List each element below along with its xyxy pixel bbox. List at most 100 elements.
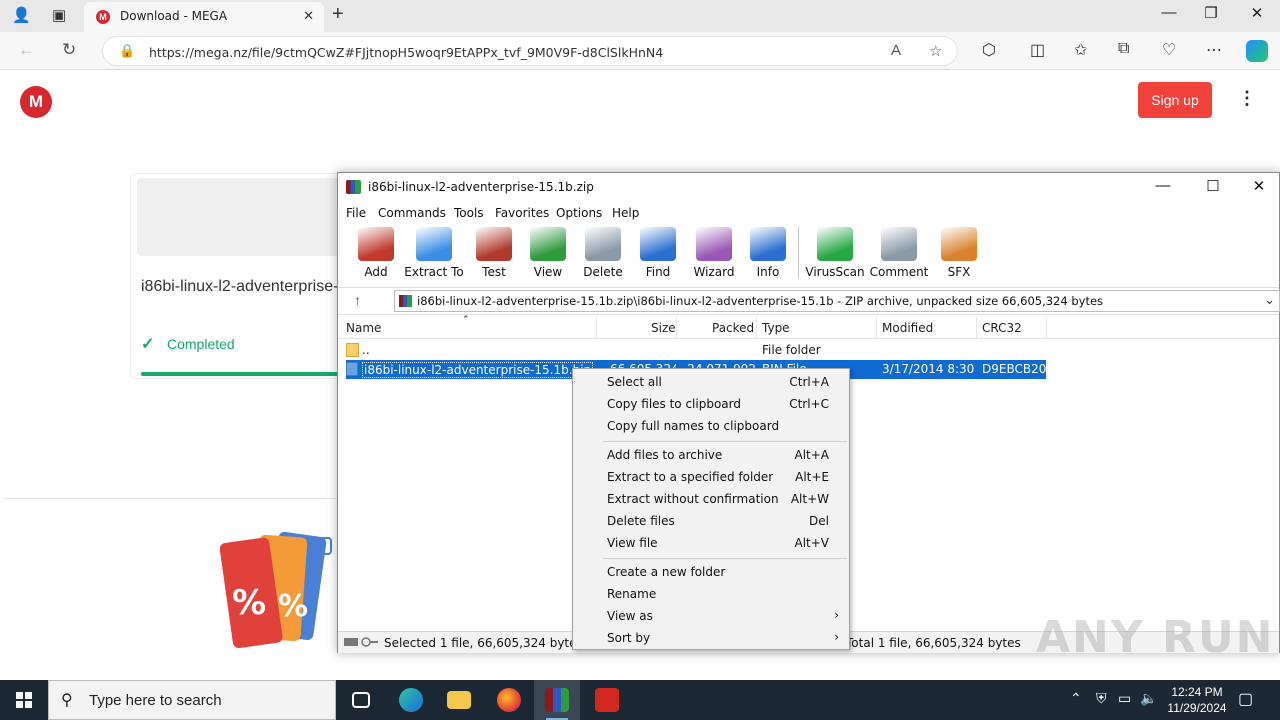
more-options-icon[interactable]: ⋯: [1206, 40, 1222, 60]
winrar-close-button[interactable]: ✕: [1236, 177, 1280, 195]
menu-item-sort-by[interactable]: Sort by ›: [573, 627, 849, 649]
winrar-minimize-button[interactable]: —: [1140, 177, 1186, 194]
column-size[interactable]: Size: [651, 321, 676, 335]
file-row-parent[interactable]: .. File folder: [338, 341, 1048, 360]
tray-security-icon[interactable]: ⛨: [1096, 690, 1107, 707]
toolbar-wizard-button[interactable]: Wizard: [684, 225, 744, 283]
address-bar-row: ← ↻ 🔒 https://mega.nz/file/9ctmQCwZ#FJjt…: [0, 32, 1280, 70]
menu-favorites[interactable]: Favorites: [495, 206, 549, 220]
column-separator: [1046, 317, 1047, 339]
svg-text:%: %: [232, 583, 266, 623]
menu-file[interactable]: File: [346, 206, 366, 220]
taskbar-file-explorer[interactable]: [436, 680, 482, 720]
toolbar-virusscan-button[interactable]: VirusScan: [805, 225, 865, 283]
menu-item-extract-to-folder[interactable]: Extract to a specified folder Alt+E: [573, 466, 849, 488]
extensions-icon[interactable]: ⬡: [982, 40, 996, 60]
menu-item-shortcut: Alt+W: [790, 492, 829, 506]
winrar-title-bar[interactable]: i86bi-linux-l2-adventerprise-15.1b.zip —…: [338, 173, 1279, 201]
copilot-icon[interactable]: [1246, 40, 1268, 62]
back-arrow-icon[interactable]: ←: [18, 40, 35, 60]
column-name[interactable]: Name: [346, 321, 381, 335]
split-screen-icon[interactable]: ◫: [1030, 40, 1045, 60]
toolbar-info-button[interactable]: Info: [738, 225, 798, 283]
menu-kebab-icon[interactable]: ⋮: [1238, 88, 1256, 109]
path-bar: ↑ i86bi-linux-l2-adventerprise-15.1b.zip…: [338, 287, 1280, 315]
column-separator: [976, 317, 977, 339]
up-folder-icon[interactable]: ↑: [354, 292, 361, 308]
tray-chevron-icon[interactable]: ⌃: [1070, 690, 1082, 707]
network-icon[interactable]: ▭: [1118, 690, 1131, 707]
menu-item-add-files[interactable]: Add files to archive Alt+A: [573, 444, 849, 466]
menu-item-copy-files[interactable]: Copy files to clipboard Ctrl+C: [573, 393, 849, 415]
taskbar-winrar[interactable]: [534, 680, 580, 720]
browser-essentials-icon[interactable]: ♡: [1162, 40, 1176, 60]
menu-item-shortcut: Alt+E: [795, 470, 829, 484]
column-modified[interactable]: Modified: [882, 321, 933, 335]
toolbar-view-button[interactable]: View: [518, 225, 578, 283]
toolbar-find-button[interactable]: Find: [628, 225, 688, 283]
menu-item-new-folder[interactable]: Create a new folder: [573, 561, 849, 583]
menu-separator: [603, 441, 847, 442]
toolbar-extract-button[interactable]: Extract To: [404, 225, 464, 283]
menu-item-view-as[interactable]: View as ›: [573, 605, 849, 627]
taskbar-search-box[interactable]: ⚲ Type here to search: [48, 680, 336, 720]
toolbar-test-button[interactable]: Test: [464, 225, 524, 283]
tab-actions-icon[interactable]: ▣: [52, 6, 66, 24]
new-tab-button[interactable]: +: [332, 3, 344, 26]
menu-item-copy-full-names[interactable]: Copy full names to clipboard: [573, 415, 849, 437]
column-separator: [596, 317, 597, 339]
mega-logo[interactable]: M: [20, 86, 52, 118]
menu-tools[interactable]: Tools: [454, 206, 484, 220]
toolbar-label: Info: [756, 265, 780, 279]
menu-options[interactable]: Options: [556, 206, 602, 220]
browser-restore-button[interactable]: ❐: [1188, 4, 1234, 22]
column-packed[interactable]: Packed: [712, 321, 754, 335]
column-crc32[interactable]: CRC32: [982, 321, 1022, 335]
toolbar-comment-button[interactable]: Comment: [869, 225, 929, 283]
read-aloud-icon[interactable]: A: [891, 42, 901, 59]
refresh-icon[interactable]: ↻: [62, 40, 76, 60]
favorites-icon[interactable]: ✩: [1074, 40, 1087, 60]
menu-item-rename[interactable]: Rename: [573, 583, 849, 605]
browser-minimize-button[interactable]: —: [1146, 4, 1192, 21]
taskbar-firefox[interactable]: [486, 680, 532, 720]
taskbar-edge[interactable]: [388, 680, 434, 720]
menu-help[interactable]: Help: [612, 206, 639, 220]
menu-item-delete-files[interactable]: Delete files Del: [573, 510, 849, 532]
sort-up-icon: ⌃: [462, 315, 470, 325]
toolbar-delete-button[interactable]: Delete: [573, 225, 633, 283]
signup-button[interactable]: Sign up: [1138, 82, 1212, 118]
system-clock[interactable]: 12:24 PM 11/29/2024: [1162, 684, 1232, 716]
cell-crc32: D9EBCB20: [982, 362, 1047, 376]
download-filename: i86bi-linux-l2-adventerprise-15.1b.zip: [141, 278, 349, 295]
profile-icon[interactable]: 👤: [12, 6, 31, 24]
task-view-button[interactable]: [338, 680, 384, 720]
volume-icon[interactable]: 🔈: [1140, 690, 1157, 707]
menu-commands[interactable]: Commands: [378, 206, 446, 220]
menu-item-extract-no-confirm[interactable]: Extract without confirmation Alt+W: [573, 488, 849, 510]
magnifier-icon: [640, 227, 676, 261]
tab-close-icon[interactable]: ✕: [303, 8, 314, 24]
download-status: Completed: [167, 336, 235, 352]
menu-item-view-file[interactable]: View file Alt+V: [573, 532, 849, 554]
menu-item-label: Delete files: [607, 514, 675, 528]
collections-icon[interactable]: ⧉: [1118, 40, 1129, 58]
browser-close-button[interactable]: ✕: [1234, 4, 1280, 22]
menu-item-label: Extract to a specified folder: [607, 470, 774, 484]
tab-mega[interactable]: M Download - MEGA ✕: [84, 2, 324, 32]
path-dropdown[interactable]: i86bi-linux-l2-adventerprise-15.1b.zip\i…: [394, 290, 1280, 312]
notification-icon[interactable]: ▢: [1238, 689, 1253, 709]
column-type[interactable]: Type: [762, 321, 790, 335]
start-button[interactable]: [0, 680, 48, 720]
toolbar-sfx-button[interactable]: SFX: [929, 225, 989, 283]
url-text[interactable]: https://mega.nz/file/9ctmQCwZ#FJjtnopH5w…: [149, 45, 663, 60]
winrar-maximize-button[interactable]: ☐: [1190, 177, 1236, 195]
lock-icon: 🔒: [119, 43, 136, 58]
toolbar-add-button[interactable]: Add: [346, 225, 406, 283]
view-book-icon: [530, 227, 566, 261]
menu-item-select-all[interactable]: Select all Ctrl+A: [573, 371, 849, 393]
taskbar-pdf-reader[interactable]: [584, 680, 630, 720]
url-field[interactable]: 🔒 https://mega.nz/file/9ctmQCwZ#FJjtnopH…: [102, 36, 958, 66]
favorite-star-icon[interactable]: ☆: [929, 42, 942, 60]
chevron-down-icon[interactable]: ⌄: [1264, 292, 1275, 308]
